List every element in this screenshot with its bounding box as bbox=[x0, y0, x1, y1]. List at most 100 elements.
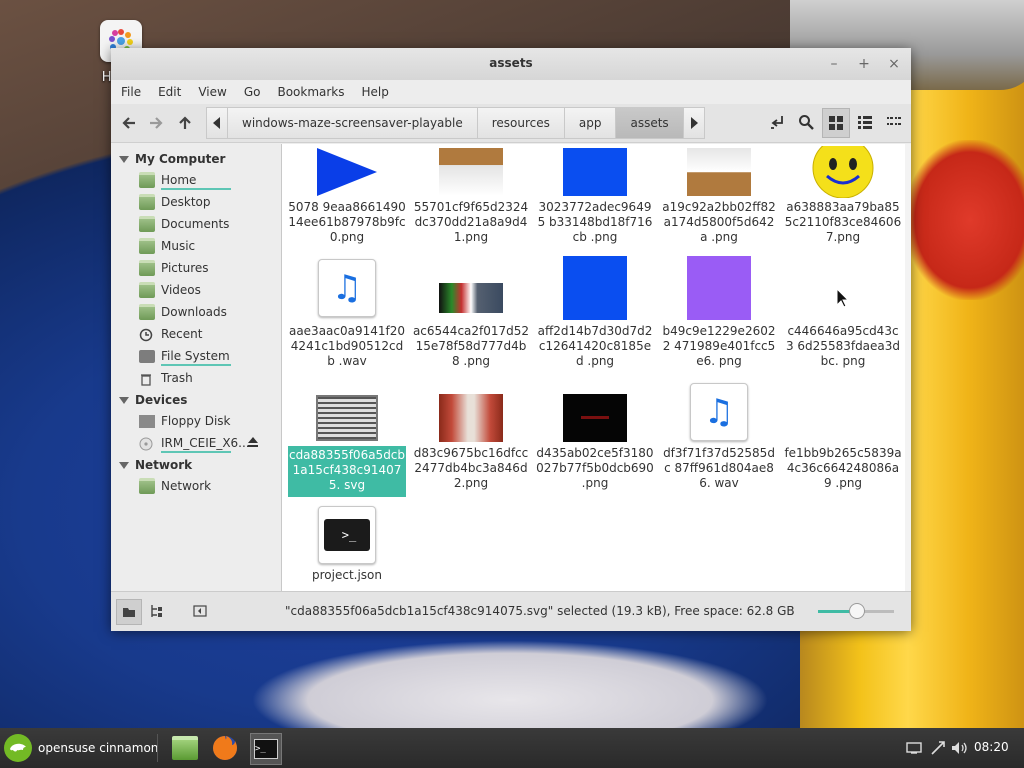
eject-icon[interactable] bbox=[247, 436, 259, 451]
breadcrumb-windows-maze[interactable]: windows-maze-screensaver-playable bbox=[227, 107, 478, 139]
file-item[interactable]: a19c92a2bb02ff82 a174d5800f5d642a .png bbox=[660, 148, 778, 245]
file-item[interactable]: 55701cf9f65d2324 dc370dd21a8a9d4 1.png bbox=[412, 148, 530, 245]
sidebar-item-file-system[interactable]: File System bbox=[139, 346, 230, 366]
scrollbar[interactable] bbox=[905, 144, 911, 591]
floor-thumbnail bbox=[412, 148, 530, 196]
file-item[interactable]: d83c9675bc16dfcc 2477db4bc3a846d 2.png bbox=[412, 394, 530, 491]
sidebar-item-videos[interactable]: Videos bbox=[139, 280, 201, 300]
menu-go[interactable]: Go bbox=[244, 85, 261, 99]
sidebar-item-trash[interactable]: Trash bbox=[139, 368, 193, 388]
usage-underline bbox=[161, 364, 231, 366]
blue-square-thumbnail bbox=[536, 256, 654, 320]
sidebar-item-optical-disc[interactable]: IRM_CEIE_X6... bbox=[139, 433, 250, 453]
start-menu-button[interactable]: opensuse cinnamon bbox=[4, 733, 158, 763]
floppy-disk-icon bbox=[139, 414, 155, 428]
sidebar-section-devices[interactable]: Devices bbox=[119, 393, 187, 407]
file-item[interactable]: a638883aa79ba85 5c2110f83ce84606 7.png bbox=[784, 146, 902, 245]
sidebar-item-music[interactable]: Music bbox=[139, 236, 195, 256]
documents-folder-icon bbox=[139, 216, 155, 232]
places-panel-icon[interactable] bbox=[116, 599, 142, 625]
taskbar-firefox[interactable] bbox=[210, 733, 240, 763]
breadcrumb-assets[interactable]: assets bbox=[615, 107, 684, 139]
file-item[interactable]: aff2d14b7d30d7d2 c12641420c8185ed .png bbox=[536, 256, 654, 369]
breadcrumb-left-arrow-icon[interactable] bbox=[206, 107, 228, 139]
floor-thumbnail bbox=[660, 148, 778, 196]
maximize-button[interactable]: + bbox=[854, 54, 874, 74]
location-toggle-icon[interactable] bbox=[765, 108, 791, 136]
taskbar-file-manager[interactable] bbox=[170, 733, 200, 763]
minimize-button[interactable]: – bbox=[824, 54, 844, 74]
music-file-icon: ♫ bbox=[660, 382, 778, 442]
breadcrumb-app[interactable]: app bbox=[563, 107, 617, 139]
file-item[interactable]: b49c9e1229e26022 471989e401fcc5e6. png bbox=[660, 256, 778, 369]
menu-file[interactable]: File bbox=[121, 85, 141, 99]
zoom-slider[interactable] bbox=[818, 603, 894, 619]
taskbar-terminal[interactable]: >_ bbox=[250, 733, 282, 765]
file-item[interactable]: ♫ df3f71f37d52585dc 87ff961d804ae86. wav bbox=[660, 382, 778, 491]
tree-panel-icon[interactable] bbox=[145, 599, 169, 623]
compact-view-icon[interactable] bbox=[881, 108, 907, 136]
taskbar: opensuse cinnamon >_ 08:20 bbox=[0, 728, 1024, 768]
menu-bar: File Edit View Go Bookmarks Help bbox=[111, 80, 911, 104]
recent-clock-icon bbox=[139, 328, 155, 341]
usage-underline bbox=[161, 451, 231, 453]
file-name: d435ab02ce5f3180 027b77f5b0dcb690 .png bbox=[536, 446, 654, 490]
file-item[interactable]: 3023772adec96495 b33148bd18f716cb .png bbox=[536, 148, 654, 245]
volume-icon[interactable] bbox=[951, 739, 969, 757]
close-button[interactable]: × bbox=[884, 54, 904, 74]
display-tray-icon[interactable] bbox=[905, 739, 923, 757]
breadcrumb-right-arrow-icon[interactable] bbox=[682, 107, 705, 139]
status-bar: "cda88355f06a5dcb1a15cf438c914075.svg" s… bbox=[111, 591, 911, 631]
sidebar-item-documents[interactable]: Documents bbox=[139, 214, 229, 234]
clock[interactable]: 08:20 bbox=[974, 740, 1009, 754]
file-item[interactable]: >_ project.json bbox=[288, 506, 406, 583]
sidebar-item-network[interactable]: Network bbox=[139, 476, 211, 496]
sidebar-item-downloads[interactable]: Downloads bbox=[139, 302, 227, 322]
file-name: d83c9675bc16dfcc 2477db4bc3a846d 2.png bbox=[413, 446, 529, 490]
network-tray-icon[interactable] bbox=[929, 739, 947, 757]
file-item[interactable]: ♫ aae3aac0a9141f20 4241c1bd90512cdb .wav bbox=[288, 256, 406, 369]
file-item[interactable]: 5078 9eaa8661490 14ee61b87978b9fc 0.png bbox=[288, 148, 406, 245]
image-strip-thumbnail bbox=[412, 256, 530, 320]
sidebar-item-home[interactable]: Home bbox=[139, 170, 196, 190]
file-name: fe1bb9b265c5839a 4c36c664248086a9 .png bbox=[784, 446, 902, 490]
file-name: c446646a95cd43c3 6d25583fdaea3dbc. png bbox=[785, 324, 901, 368]
sidebar-item-recent[interactable]: Recent bbox=[139, 324, 202, 344]
hide-sidebar-icon[interactable] bbox=[188, 599, 212, 623]
menu-bookmarks[interactable]: Bookmarks bbox=[277, 85, 344, 99]
downloads-folder-icon bbox=[139, 304, 155, 320]
menu-view[interactable]: View bbox=[198, 85, 226, 99]
forward-arrow-icon[interactable] bbox=[146, 113, 166, 133]
file-name: b49c9e1229e26022 471989e401fcc5e6. png bbox=[662, 324, 776, 368]
menu-edit[interactable]: Edit bbox=[158, 85, 181, 99]
sidebar-section-network[interactable]: Network bbox=[119, 458, 192, 472]
title-bar[interactable]: assets – + × bbox=[111, 48, 911, 80]
blank-thumbnail bbox=[784, 394, 902, 442]
back-arrow-icon[interactable] bbox=[119, 113, 139, 133]
file-item[interactable]: d435ab02ce5f3180 027b77f5b0dcb690 .png bbox=[536, 394, 654, 491]
file-name: 3023772adec96495 b33148bd18f716cb .png bbox=[537, 200, 653, 244]
list-view-icon[interactable] bbox=[852, 108, 878, 136]
breadcrumb-resources[interactable]: resources bbox=[476, 107, 565, 139]
file-item[interactable]: c446646a95cd43c3 6d25583fdaea3dbc. png bbox=[784, 256, 902, 369]
up-arrow-icon[interactable] bbox=[175, 113, 195, 133]
icon-view-icon[interactable] bbox=[822, 108, 850, 138]
music-folder-icon bbox=[139, 238, 155, 254]
expander-triangle-icon bbox=[119, 156, 129, 163]
file-item[interactable]: ac6544ca2f017d52 15e78f58d777d4b8 .png bbox=[412, 256, 530, 369]
sidebar-item-floppy[interactable]: Floppy Disk bbox=[139, 411, 231, 431]
file-item[interactable]: fe1bb9b265c5839a 4c36c664248086a9 .png bbox=[784, 394, 902, 491]
status-text: "cda88355f06a5dcb1a15cf438c914075.svg" s… bbox=[285, 604, 795, 618]
wallpaper-can-label bbox=[905, 140, 1024, 300]
start-menu-label: opensuse cinnamon bbox=[38, 741, 159, 755]
zoom-slider-knob[interactable] bbox=[849, 603, 865, 619]
sidebar-item-pictures[interactable]: Pictures bbox=[139, 258, 209, 278]
sidebar: My Computer Home Desktop Documents Music… bbox=[111, 144, 282, 591]
file-item-selected[interactable]: cda88355f06a5dcb 1a15cf438c914075. svg bbox=[288, 394, 406, 497]
sidebar-section-my-computer[interactable]: My Computer bbox=[119, 152, 225, 166]
terminal-file-icon: >_ bbox=[288, 506, 406, 564]
black-thumbnail bbox=[536, 394, 654, 442]
search-icon[interactable] bbox=[793, 108, 819, 136]
menu-help[interactable]: Help bbox=[362, 85, 389, 99]
sidebar-item-desktop[interactable]: Desktop bbox=[139, 192, 211, 212]
